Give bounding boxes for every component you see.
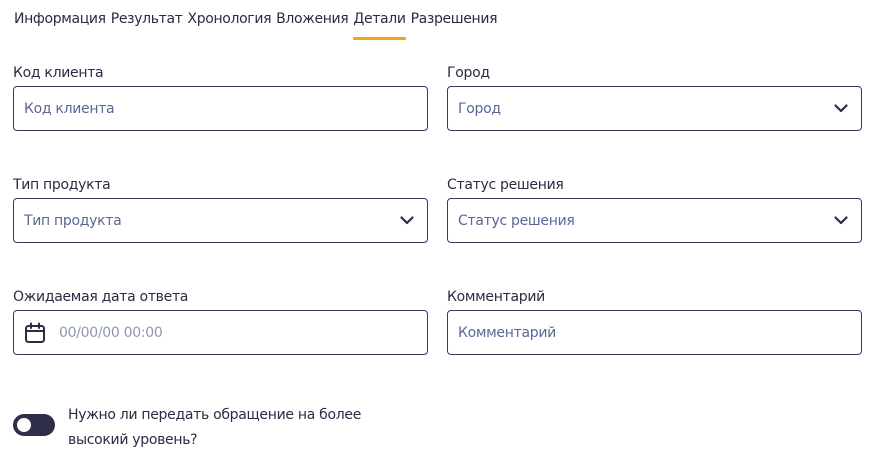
decision-status-value: Статус решения — [458, 212, 575, 229]
tab-details[interactable]: Детали — [353, 10, 406, 42]
product-type-label: Тип продукта — [13, 177, 111, 193]
city-label: Город — [447, 65, 490, 81]
product-type-value: Тип продукта — [24, 212, 122, 229]
expected-date-label: Ожидаемая дата ответа — [13, 289, 189, 305]
calendar-icon[interactable] — [24, 322, 46, 344]
comment-input[interactable]: Комментарий — [447, 310, 862, 355]
chevron-down-icon — [834, 102, 848, 116]
client-code-placeholder: Код клиента — [24, 100, 115, 117]
comment-placeholder: Комментарий — [458, 324, 556, 341]
city-select[interactable]: Город — [447, 86, 862, 131]
product-type-select[interactable]: Тип продукта — [13, 198, 428, 243]
comment-field: Комментарий Комментарий — [447, 287, 862, 355]
chevron-down-icon — [400, 214, 414, 228]
city-field: Город Город — [447, 63, 862, 131]
decision-status-select[interactable]: Статус решения — [447, 198, 862, 243]
client-code-label: Код клиента — [13, 65, 104, 81]
escalation-toggle[interactable] — [13, 414, 55, 436]
tab-bar: Информация Результат Хронология Вложения… — [14, 10, 498, 42]
toggle-knob — [17, 418, 31, 432]
comment-label: Комментарий — [447, 289, 545, 305]
chevron-down-icon — [834, 214, 848, 228]
escalation-row: Нужно ли передать обращение на более выс… — [13, 403, 408, 453]
expected-date-field: Ожидаемая дата ответа 00/00/00 00:00 — [13, 287, 428, 355]
tab-result[interactable]: Результат — [111, 10, 183, 42]
tab-permissions[interactable]: Разрешения — [411, 10, 498, 42]
tab-attachments[interactable]: Вложения — [276, 10, 349, 42]
escalation-label: Нужно ли передать обращение на более выс… — [68, 407, 362, 448]
tab-information[interactable]: Информация — [14, 10, 106, 42]
decision-status-label: Статус решения — [447, 177, 564, 193]
expected-date-placeholder: 00/00/00 00:00 — [59, 324, 163, 341]
expected-date-input[interactable]: 00/00/00 00:00 — [13, 310, 428, 355]
product-type-field: Тип продукта Тип продукта — [13, 175, 428, 243]
tab-chronology[interactable]: Хронология — [187, 10, 271, 42]
decision-status-field: Статус решения Статус решения — [447, 175, 862, 243]
client-code-input[interactable]: Код клиента — [13, 86, 428, 131]
city-value: Город — [458, 100, 501, 117]
client-code-field: Код клиента Код клиента — [13, 63, 428, 131]
